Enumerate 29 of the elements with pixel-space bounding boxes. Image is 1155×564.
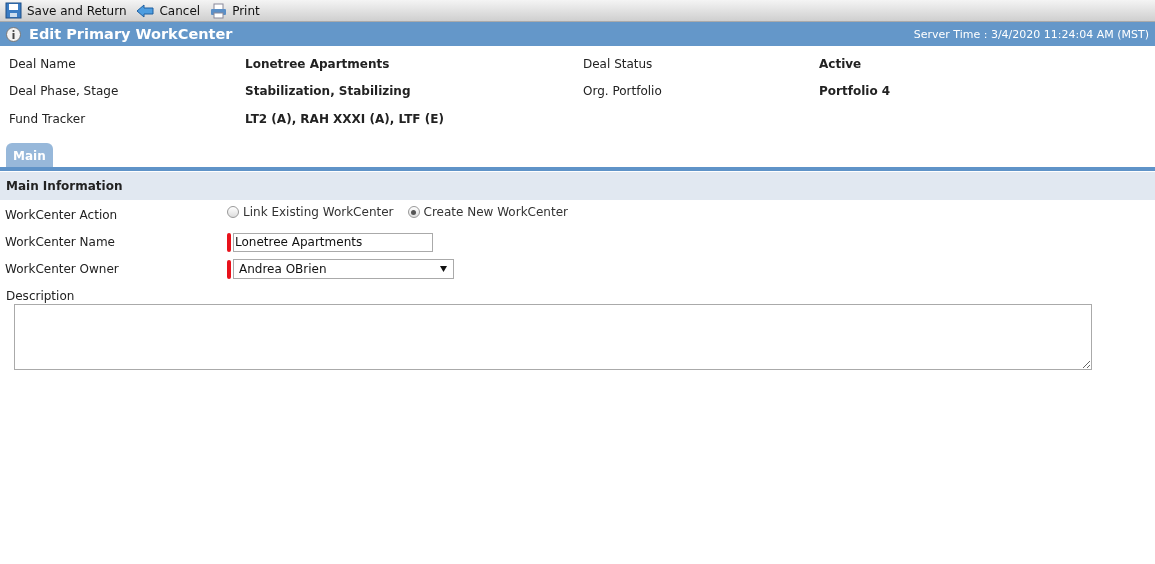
field-label: WorkCenter Owner [5,261,120,278]
info-icon [6,26,21,42]
owner-dropdown[interactable]: Andrea OBrien [233,259,454,279]
section-title: Main Information [6,178,123,193]
description-field[interactable] [14,303,1092,370]
field-value: LT2 (A), RAH XXXI (A), LTF (E) [245,110,445,128]
radio-option[interactable]: Link Existing WorkCenter [227,205,394,219]
print-button[interactable]: Print [210,2,260,19]
field-label: Deal Name [9,55,77,73]
name-field[interactable]: Lonetree Apartments [233,232,433,252]
server-time: Server Time : 3/4/2020 11:24:04 AM (MST) [913,27,1149,41]
field-label: WorkCenter Name [5,234,116,251]
save-button[interactable]: Save and Return [5,2,127,19]
cancel-button[interactable]: Cancel [136,3,201,18]
field-label: Org. Portfolio [583,83,663,101]
field-value: Portfolio 4 [819,83,892,101]
left-arrow-icon [136,3,155,18]
field-label: Deal Status [583,55,654,73]
page-title: Edit Primary WorkCenter [29,26,233,42]
field-value: Lonetree Apartments [245,55,391,73]
field-label: Fund Tracker [9,110,87,128]
field-label: Description [6,288,76,303]
field-value: Stabilization, Stabilizing [245,83,412,101]
field-label: Deal Phase, Stage [9,83,120,101]
printer-icon [210,2,228,19]
radio-option[interactable]: Create New WorkCenter [407,205,568,219]
dropdown-caret-icon [440,266,447,272]
field-value: Active [819,55,863,73]
field-label: WorkCenter Action [5,207,119,224]
